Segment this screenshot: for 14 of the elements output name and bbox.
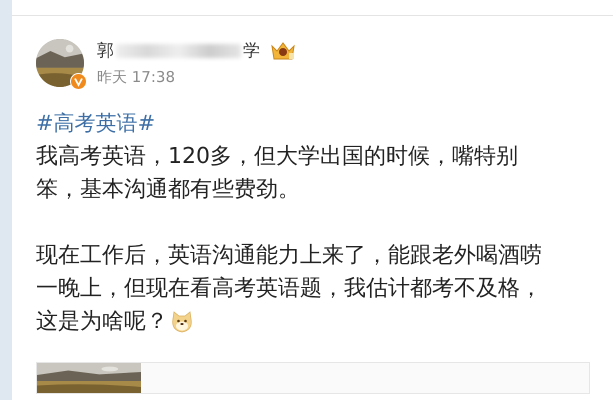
post-text-line: 一晚上，但现在看高考英语题，我估计都考不及格， bbox=[36, 275, 542, 303]
username[interactable]: 郭 bbox=[97, 39, 114, 62]
post-text-line: 这是为啥呢？ bbox=[36, 308, 168, 336]
hashtag-link[interactable]: #高考英语# bbox=[36, 109, 156, 137]
post-text-line: 现在工作后，英语沟通能力上来了，能跟老外喝酒唠 bbox=[36, 242, 542, 270]
dog-emoji-icon bbox=[170, 310, 194, 334]
verified-badge-icon bbox=[70, 73, 87, 90]
post-text-line: 我高考英语，120多，但大学出国的时候，嘴特别 bbox=[36, 143, 518, 171]
avatar[interactable] bbox=[36, 39, 84, 87]
crown-badge-icon bbox=[270, 40, 296, 62]
link-card[interactable] bbox=[36, 362, 590, 394]
post-text-line: 笨，基本沟通都有些费劲。 bbox=[36, 176, 300, 204]
post-time: 昨天 17:38 bbox=[97, 68, 176, 87]
username[interactable]: 学 bbox=[243, 39, 260, 62]
